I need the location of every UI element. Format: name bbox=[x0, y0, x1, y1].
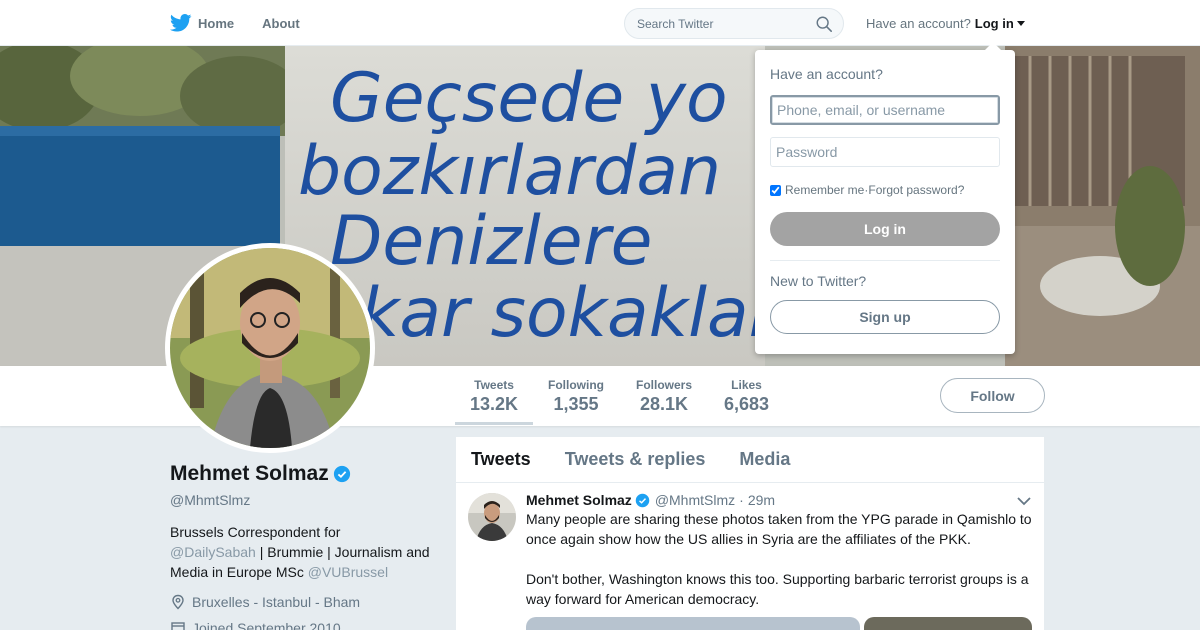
tweet-author-handle[interactable]: @MhmtSlmz bbox=[655, 492, 735, 508]
login-dropdown-toggle[interactable]: Log in bbox=[975, 16, 1014, 31]
dropdown-divider bbox=[770, 260, 1000, 261]
profile-name[interactable]: Mehmet Solmaz bbox=[170, 462, 329, 486]
stat-likes[interactable]: Likes 6,683 bbox=[724, 378, 769, 415]
profile-avatar[interactable] bbox=[165, 243, 375, 453]
login-dropdown: Have an account? Remember me · Forgot pa… bbox=[755, 42, 1015, 354]
profile-card: Mehmet Solmaz @MhmtSlmz Brussels Corresp… bbox=[170, 462, 450, 630]
tab-tweets[interactable]: Tweets bbox=[471, 449, 531, 470]
new-to-twitter-label: New to Twitter? bbox=[770, 273, 867, 289]
profile-location: Bruxelles - Istanbul - Bham bbox=[170, 594, 450, 610]
search-box bbox=[624, 8, 844, 39]
profile-joined: Joined September 2010 bbox=[170, 620, 450, 630]
location-text: Bruxelles - Istanbul - Bham bbox=[192, 594, 361, 610]
joined-text: Joined September 2010 bbox=[192, 620, 341, 630]
password-input[interactable] bbox=[770, 137, 1000, 167]
verified-badge-icon bbox=[635, 493, 650, 507]
stat-followers[interactable]: Followers 28.1K bbox=[636, 378, 692, 415]
stat-following[interactable]: Following 1,355 bbox=[548, 378, 604, 415]
stat-followers-value: 28.1K bbox=[639, 394, 689, 414]
twitter-bird-icon bbox=[170, 14, 192, 32]
stat-followers-label: Followers bbox=[636, 378, 693, 392]
active-tab-underline bbox=[455, 422, 533, 425]
tweet-text: Many people are sharing these photos tak… bbox=[526, 511, 1032, 607]
remember-row: Remember me · Forgot password? bbox=[770, 183, 964, 197]
tweet-avatar[interactable] bbox=[468, 493, 516, 541]
stat-tweets-label: Tweets bbox=[474, 378, 514, 392]
stat-likes-label: Likes bbox=[731, 378, 762, 392]
login-dropdown-title: Have an account? bbox=[770, 66, 883, 82]
graffiti-line-2: bozkırlardan bbox=[298, 132, 721, 211]
have-account-label: Have an account? bbox=[866, 16, 971, 31]
location-pin-icon bbox=[172, 594, 184, 610]
profile-handle[interactable]: @MhmtSlmz bbox=[170, 492, 450, 508]
forgot-password-link[interactable]: Forgot password? bbox=[868, 183, 964, 197]
profile-name-row: Mehmet Solmaz bbox=[170, 462, 450, 486]
tab-tweets-replies[interactable]: Tweets & replies bbox=[565, 449, 706, 470]
graffiti-line-4: kar sokaklar bbox=[360, 274, 781, 353]
search-icon[interactable] bbox=[815, 15, 833, 33]
graffiti-line-3: Denizlere bbox=[330, 202, 652, 281]
top-navigation-bar: Home About Have an account? Log in bbox=[0, 0, 1200, 46]
tweet[interactable]: Mehmet Solmaz @MhmtSlmz · 29m Many peopl… bbox=[456, 483, 1044, 630]
stat-likes-value: 6,683 bbox=[724, 394, 770, 414]
bio-link-dailysabah[interactable]: @DailySabah bbox=[170, 544, 256, 560]
tweet-header: Mehmet Solmaz @MhmtSlmz · 29m bbox=[526, 492, 1032, 508]
stat-following-value: 1,355 bbox=[553, 394, 599, 414]
remember-me-label[interactable]: Remember me bbox=[785, 183, 864, 197]
graffiti-line-1: Geçsede yo bbox=[330, 59, 728, 138]
profile-bio: Brussels Correspondent for @DailySabah |… bbox=[170, 522, 450, 582]
stat-tweets[interactable]: Tweets 13.2K bbox=[470, 378, 518, 415]
account-area: Have an account? Log in bbox=[866, 16, 1025, 31]
calendar-icon bbox=[171, 622, 185, 630]
chevron-down-icon[interactable] bbox=[1016, 495, 1032, 507]
caret-down-icon[interactable] bbox=[1016, 21, 1025, 26]
tab-media[interactable]: Media bbox=[739, 449, 790, 470]
nav-left: Home About bbox=[170, 0, 328, 46]
username-input[interactable] bbox=[770, 95, 1000, 125]
tweet-author-name[interactable]: Mehmet Solmaz bbox=[526, 492, 632, 508]
login-button[interactable]: Log in bbox=[770, 212, 1000, 246]
follow-button[interactable]: Follow bbox=[940, 378, 1045, 413]
nav-about-label: About bbox=[262, 15, 300, 31]
tweet-media-image-1[interactable] bbox=[526, 617, 860, 630]
search-input[interactable] bbox=[637, 9, 807, 38]
bio-text-1: Brussels Correspondent for bbox=[170, 524, 341, 540]
timeline-tabs: Tweets Tweets & replies Media bbox=[456, 437, 1044, 483]
tweet-media[interactable] bbox=[526, 617, 1032, 630]
nav-home[interactable]: Home bbox=[170, 14, 234, 32]
tweet-separator: · bbox=[739, 492, 744, 508]
stat-following-label: Following bbox=[548, 378, 604, 392]
bio-link-vubrussel[interactable]: @VUBrussel bbox=[308, 564, 388, 580]
remember-me-checkbox[interactable] bbox=[770, 184, 781, 196]
tweet-timestamp[interactable]: 29m bbox=[748, 492, 775, 508]
avatar-photo bbox=[170, 248, 370, 448]
nav-about[interactable]: About bbox=[262, 16, 300, 31]
nav-home-label: Home bbox=[198, 15, 235, 31]
timeline: Tweets Tweets & replies Media Mehmet Sol… bbox=[456, 437, 1044, 630]
tweet-media-image-2[interactable] bbox=[864, 617, 1032, 630]
stat-tweets-value: 13.2K bbox=[470, 394, 519, 414]
signup-button[interactable]: Sign up bbox=[770, 300, 1000, 334]
verified-badge-icon bbox=[333, 465, 350, 483]
